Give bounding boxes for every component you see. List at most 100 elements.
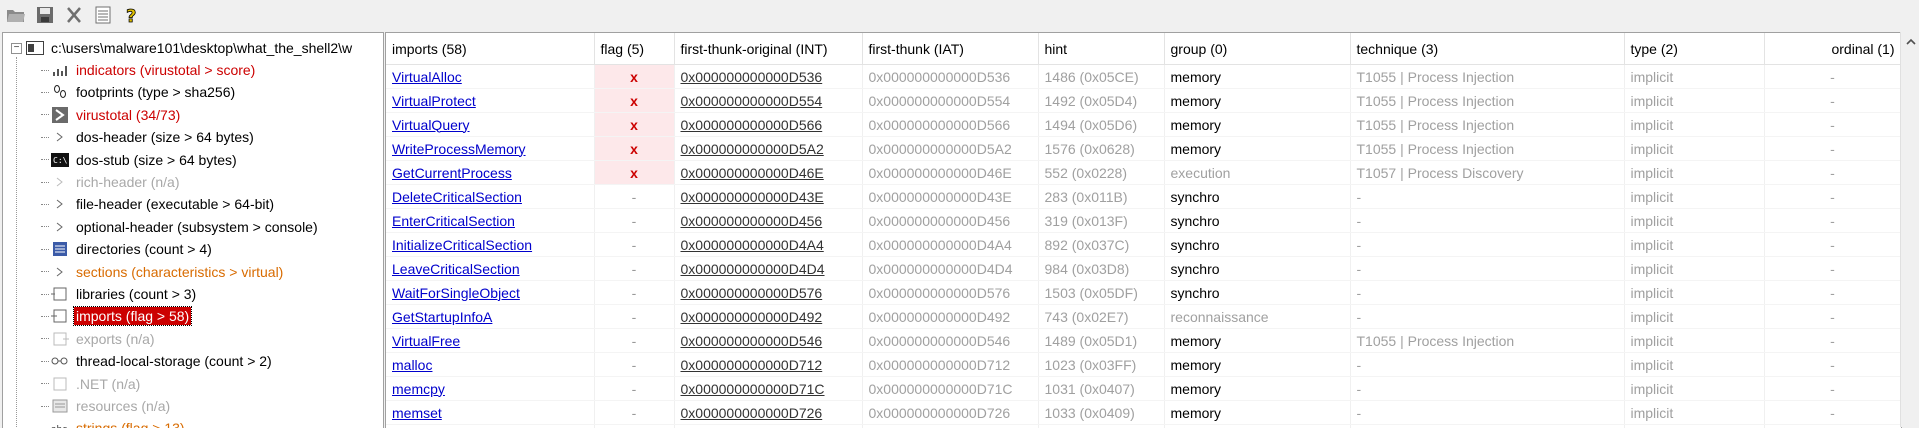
header-type[interactable]: type (2) xyxy=(1624,33,1764,65)
table-row[interactable]: EnterCriticalSection-0x000000000000D4560… xyxy=(386,209,1901,233)
table-row[interactable]: DeleteCriticalSection - 0x000000000000D43E… xyxy=(386,185,1901,209)
import-name-link[interactable]: memcpy xyxy=(392,381,445,397)
dos-stub-icon: C:\ xyxy=(51,152,69,168)
int-cell[interactable]: 0x000000000000D546 xyxy=(674,329,862,353)
int-cell[interactable]: 0x000000000000D712 xyxy=(674,353,862,377)
tree-panel[interactable]: − c:\users\malware101\desktop\what_the_s… xyxy=(2,32,384,428)
ordinal-cell: - xyxy=(1764,329,1901,353)
vertical-scrollbar[interactable] xyxy=(1900,32,1919,427)
tree-root[interactable]: − c:\users\malware101\desktop\what_the_s… xyxy=(11,38,354,58)
table-row[interactable]: LeaveCriticalSection-0x000000000000D4D40… xyxy=(386,257,1901,281)
scroll-up-icon[interactable] xyxy=(1905,36,1916,47)
header-group[interactable]: group (0) xyxy=(1164,33,1350,65)
int-cell[interactable]: 0x000000000000D46E xyxy=(674,161,862,185)
header-int[interactable]: first-thunk-original (INT) xyxy=(674,33,862,65)
tree-item[interactable]: C:\dos-stub (size > 64 bytes) xyxy=(41,149,239,171)
tree-item[interactable]: rich-header (n/a) xyxy=(41,171,182,193)
int-cell[interactable]: 0x000000000000D492 xyxy=(674,305,862,329)
int-cell[interactable]: 0x000000000000D4A4 xyxy=(674,233,862,257)
tree-item[interactable]: virustotal (34/73) xyxy=(41,104,182,126)
hint-cell: 1576 (0x0628) xyxy=(1038,137,1164,161)
import-name-link[interactable]: LeaveCriticalSection xyxy=(392,261,520,277)
header-hint[interactable]: hint xyxy=(1038,33,1164,65)
hint-cell: 984 (0x03D8) xyxy=(1038,257,1164,281)
tree-item[interactable]: directories (count > 4) xyxy=(41,238,214,260)
tree-item[interactable]: optional-header (subsystem > console) xyxy=(41,216,320,238)
header-ordinal[interactable]: ordinal (1) xyxy=(1764,33,1901,65)
help-icon[interactable]: ? xyxy=(120,3,144,27)
tree-item-label: exports (n/a) xyxy=(74,330,157,348)
int-cell[interactable]: 0x000000000000D726 xyxy=(674,401,862,425)
header-technique[interactable]: technique (3) xyxy=(1350,33,1624,65)
tree-item[interactable]: resources (n/a) xyxy=(41,395,172,417)
tree-connector xyxy=(41,92,49,93)
header-iat[interactable]: first-thunk (IAT) xyxy=(862,33,1038,65)
tree-item[interactable]: indicators (virustotal > score) xyxy=(41,59,257,81)
flag-cell: - xyxy=(594,329,674,353)
int-cell[interactable]: 0x000000000000D71C xyxy=(674,377,862,401)
int-cell[interactable]: 0x000000000000D536 xyxy=(674,65,862,89)
int-cell[interactable]: 0x000000000000D566 xyxy=(674,113,862,137)
open-icon[interactable] xyxy=(4,3,28,27)
save-icon[interactable] xyxy=(33,3,57,27)
svg-text:?: ? xyxy=(126,6,136,25)
tree-item[interactable]: footprints (type > sha256) xyxy=(41,81,237,103)
import-name-link[interactable]: VirtualQuery xyxy=(392,117,470,133)
int-cell[interactable]: 0x000000000000D456 xyxy=(674,209,862,233)
tree-item[interactable]: imports (flag > 58) xyxy=(41,305,191,327)
import-name-link[interactable]: WriteProcessMemory xyxy=(392,141,526,157)
tree-item[interactable]: thread-local-storage (count > 2) xyxy=(41,350,274,372)
group-cell: memory xyxy=(1164,137,1350,161)
list-icon[interactable] xyxy=(91,3,115,27)
ordinal-cell: - xyxy=(1764,185,1901,209)
import-name-link[interactable]: VirtualAlloc xyxy=(392,69,462,85)
table-row[interactable]: WriteProcessMemoryx0x000000000000D5A20x0… xyxy=(386,137,1901,161)
table-row[interactable]: WaitForSingleObject-0x000000000000D5760x… xyxy=(386,281,1901,305)
int-cell[interactable]: 0x000000000000D576 xyxy=(674,281,862,305)
table-row[interactable]: VirtualFree-0x000000000000D5460x00000000… xyxy=(386,329,1901,353)
import-name-link[interactable]: GetStartupInfoA xyxy=(392,309,492,325)
import-name-link[interactable]: InitializeCriticalSection xyxy=(392,237,532,253)
int-cell[interactable]: 0x000000000000D43E xyxy=(674,185,862,209)
table-row[interactable]: VirtualAllocx0x000000000000D5360x0000000… xyxy=(386,65,1901,89)
import-name-link[interactable]: WaitForSingleObject xyxy=(392,285,520,301)
table-row[interactable]: malloc-0x000000000000D7120x000000000000D… xyxy=(386,353,1901,377)
header-imports[interactable]: imports (58) xyxy=(386,33,594,65)
technique-cell: - xyxy=(1350,377,1624,401)
import-name-link[interactable]: EnterCriticalSection xyxy=(392,213,515,229)
import-name-link[interactable]: malloc xyxy=(392,357,432,373)
tree-item[interactable]: libraries (count > 3) xyxy=(41,283,198,305)
import-name-link[interactable]: memset xyxy=(392,405,442,421)
hint-cell: 1492 (0x05D4) xyxy=(1038,89,1164,113)
tree-item[interactable]: dos-header (size > 64 bytes) xyxy=(41,126,256,148)
collapse-icon[interactable]: − xyxy=(11,43,22,54)
table-row[interactable]: GetStartupInfoA-0x000000000000D4920x0000… xyxy=(386,305,1901,329)
imports-grid[interactable]: imports (58) flag (5) first-thunk-origin… xyxy=(385,32,1902,428)
int-cell[interactable]: 0x000000000000D6F6 xyxy=(674,425,862,428)
tree-item[interactable]: sections (characteristics > virtual) xyxy=(41,261,285,283)
header-flag[interactable]: flag (5) xyxy=(594,33,674,65)
int-cell[interactable]: 0x000000000000D4D4 xyxy=(674,257,862,281)
import-name-link[interactable]: VirtualFree xyxy=(392,333,460,349)
tree-item[interactable]: .NET (n/a) xyxy=(41,373,142,395)
ordinal-cell: - xyxy=(1764,425,1901,428)
table-row[interactable]: memcpy-0x000000000000D71C0x000000000000D… xyxy=(386,377,1901,401)
tree-item-label: resources (n/a) xyxy=(74,397,172,415)
import-name-link[interactable]: VirtualProtect xyxy=(392,93,476,109)
table-row[interactable]: fwrite-0x000000000000D6F60x000000000000D… xyxy=(386,425,1901,428)
table-row[interactable]: GetCurrentProcessx0x000000000000D46E0x00… xyxy=(386,161,1901,185)
import-name-link[interactable]: DeleteCriticalSection xyxy=(392,189,522,205)
flag-cell: x xyxy=(594,89,674,113)
import-name-link[interactable]: GetCurrentProcess xyxy=(392,165,512,181)
tree-item[interactable]: exports (n/a) xyxy=(41,328,157,350)
table-row[interactable]: memset - 0x000000000000D7260x000000000000D… xyxy=(386,401,1901,425)
table-row[interactable]: InitializeCriticalSection-0x000000000000… xyxy=(386,233,1901,257)
int-cell[interactable]: 0x000000000000D554 xyxy=(674,89,862,113)
int-cell[interactable]: 0x000000000000D5A2 xyxy=(674,137,862,161)
table-row[interactable]: VirtualQueryx0x000000000000D5660x0000000… xyxy=(386,113,1901,137)
tree-item[interactable]: abcstrings (flag > 13) xyxy=(41,417,187,428)
tree-connector xyxy=(41,316,49,317)
cut-icon[interactable] xyxy=(62,3,86,27)
table-row[interactable]: VirtualProtectx0x000000000000D5540x00000… xyxy=(386,89,1901,113)
tree-item[interactable]: file-header (executable > 64-bit) xyxy=(41,193,276,215)
